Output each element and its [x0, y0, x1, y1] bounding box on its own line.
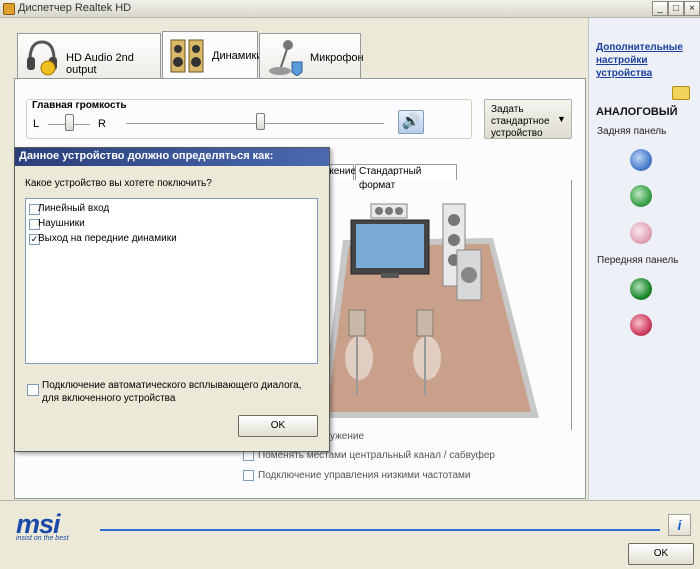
set-default-device-button[interactable]: Задать стандартное устройство ▼ — [484, 99, 572, 139]
auto-popup-checkbox[interactable] — [27, 384, 39, 396]
minimize-button[interactable]: _ — [652, 1, 668, 16]
tab-label: Динамики — [212, 50, 263, 62]
title-bar: Диспетчер Realtek HD _ □ × — [0, 0, 700, 18]
advanced-device-settings-link[interactable]: Дополнительные настройки устройства — [596, 41, 692, 80]
analog-heading: АНАЛОГОВЫЙ — [596, 106, 678, 118]
balance-slider[interactable] — [65, 114, 74, 131]
volume-track — [126, 123, 384, 125]
room-illustration — [321, 203, 539, 418]
rear-jack-pink[interactable] — [630, 222, 652, 244]
volume-slider[interactable] — [256, 113, 265, 130]
tab-speakers[interactable]: Динамики — [162, 31, 262, 79]
microphone-icon — [269, 40, 303, 76]
tab-label: Микрофон — [310, 52, 364, 64]
headphones-icon — [27, 40, 57, 76]
tab-hd-audio-2nd-output[interactable]: HD Audio 2nd output — [17, 33, 161, 79]
folder-icon[interactable] — [672, 86, 690, 100]
mute-button[interactable]: 🔊 — [398, 110, 424, 134]
balance-right-label: R — [98, 118, 106, 130]
speaker-fill-label: ужение — [330, 431, 365, 442]
window-title: Диспетчер Realtek HD — [18, 2, 132, 14]
speakers-icon — [170, 39, 204, 73]
dialog-title: Данное устройство должно определяться ка… — [15, 148, 329, 166]
tab-default-format[interactable]: Стандартный формат — [355, 164, 457, 191]
rear-panel-label: Задняя панель — [597, 126, 667, 137]
app-icon — [3, 3, 15, 15]
brand-slogan: insist on the best — [16, 535, 69, 542]
front-jack-red[interactable] — [630, 314, 652, 336]
tab-microphone[interactable]: Микрофон — [259, 33, 364, 79]
tab-label: HD Audio 2nd output — [66, 52, 134, 76]
dropdown-arrow-icon: ▼ — [557, 114, 566, 124]
maximize-button[interactable]: □ — [668, 1, 684, 16]
bass-management-label: Подключение управления низкими частотами — [258, 470, 471, 481]
rear-jack-green[interactable] — [630, 185, 652, 207]
speaker-scene-panel — [320, 180, 572, 430]
auto-popup-label: Подключение автоматического всплывающего… — [42, 380, 302, 404]
dialog-question: Какое устройство вы хотете поключить? — [25, 178, 212, 189]
footer-bar — [0, 500, 700, 569]
front-panel-label: Передняя панель — [597, 255, 679, 266]
info-button[interactable]: i — [668, 514, 691, 536]
rear-jack-blue[interactable] — [630, 149, 652, 171]
set-default-device-label: Задать стандартное устройство — [491, 104, 550, 139]
front-speakers-label: Выход на передние динамики — [38, 233, 177, 244]
headphones-label: Наушники — [38, 218, 85, 229]
dialog-ok-button[interactable]: OK — [238, 415, 318, 437]
balance-left-label: L — [33, 118, 40, 130]
line-in-label: Линейный вход — [38, 203, 110, 214]
close-button[interactable]: × — [684, 1, 700, 16]
bass-management-checkbox[interactable] — [243, 470, 254, 481]
front-jack-green[interactable] — [630, 278, 652, 300]
master-volume-label: Главная громкость — [30, 100, 129, 111]
speaker-icon: 🔊 — [401, 113, 421, 130]
brand-divider — [100, 529, 660, 531]
main-ok-button[interactable]: OK — [628, 543, 694, 565]
